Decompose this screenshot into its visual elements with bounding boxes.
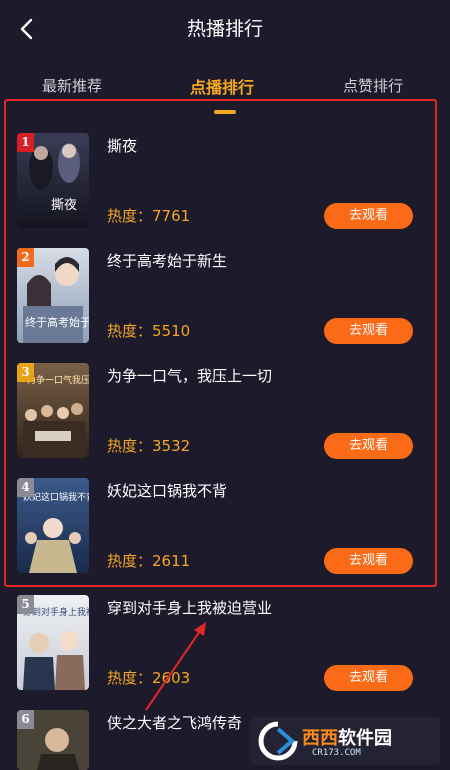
- watch-button[interactable]: 去观看: [324, 548, 413, 574]
- watch-button[interactable]: 去观看: [324, 433, 413, 459]
- rank-badge: 4: [17, 478, 34, 497]
- header: 热播排行: [0, 0, 450, 56]
- active-tab-indicator: [214, 110, 236, 114]
- heat-value: 热度：5510: [107, 322, 191, 340]
- rank-badge: 3: [17, 363, 34, 382]
- heat-value: 热度：2611: [107, 552, 191, 570]
- page-title: 热播排行: [186, 18, 263, 40]
- cover-image: 穿到对手身上我被迫营业 5: [17, 595, 89, 690]
- rank-badge: 5: [17, 595, 34, 614]
- watermark: 西西软件园 CR173.COM: [250, 717, 440, 765]
- tab-play-ranking[interactable]: 点播排行: [190, 74, 254, 98]
- tab-bar: 最新推荐 点播排行 点赞排行: [0, 72, 450, 116]
- watch-button[interactable]: 去观看: [324, 318, 413, 344]
- list-item[interactable]: 为争一口气我压上一切 3 为争一口气，我压上一切 热度：3532 去观看: [0, 363, 450, 478]
- rank-badge: 6: [17, 710, 34, 729]
- list-item[interactable]: 终于高考始于新生 2 终于高考始于新生 热度：5510 去观看: [0, 248, 450, 363]
- list-item[interactable]: 穿到对手身上我被迫营业 5 穿到对手身上我被迫营业 热度：2603 去观看: [0, 595, 450, 710]
- list-item[interactable]: 妖妃这口锅我不背 4 妖妃这口锅我不背 热度：2611 去观看: [0, 478, 450, 593]
- site-logo-icon: [258, 721, 298, 761]
- cover-title: 撕夜: [51, 198, 77, 213]
- heat-value: 热度：3532: [107, 437, 191, 455]
- list-item[interactable]: 撕夜 1 撕夜 热度：7761 去观看: [0, 133, 450, 248]
- tab-latest-recommend[interactable]: 最新推荐: [42, 75, 102, 96]
- heat-value: 热度：7761: [107, 207, 191, 225]
- rank-badge: 2: [17, 248, 34, 267]
- cover-title: 为争一口气我压上一切: [27, 374, 89, 386]
- drama-title: 穿到对手身上我被迫营业: [107, 599, 273, 617]
- heat-value: 热度：2603: [107, 669, 191, 687]
- drama-title: 为争一口气，我压上一切: [107, 367, 273, 385]
- drama-title: 撕夜: [107, 137, 138, 155]
- rank-badge: 1: [17, 133, 34, 152]
- watch-button[interactable]: 去观看: [324, 203, 413, 229]
- drama-title: 妖妃这口锅我不背: [107, 482, 228, 500]
- cover-image: 终于高考始于新生 2: [17, 248, 89, 343]
- watermark-brand: 西西软件园: [302, 728, 392, 749]
- cover-image: 6: [17, 710, 89, 770]
- drama-title: 侠之大者之飞鸿传奇: [107, 714, 243, 732]
- tab-like-ranking[interactable]: 点赞排行: [343, 75, 403, 96]
- cover-image: 妖妃这口锅我不背 4: [17, 478, 89, 573]
- watermark-site: CR173.COM: [312, 748, 361, 758]
- drama-title: 终于高考始于新生: [107, 252, 228, 270]
- cover-image: 撕夜 1: [17, 133, 89, 228]
- cover-title: 终于高考始于新生: [25, 315, 89, 329]
- watch-button[interactable]: 去观看: [324, 665, 413, 691]
- cover-image: 为争一口气我压上一切 3: [17, 363, 89, 458]
